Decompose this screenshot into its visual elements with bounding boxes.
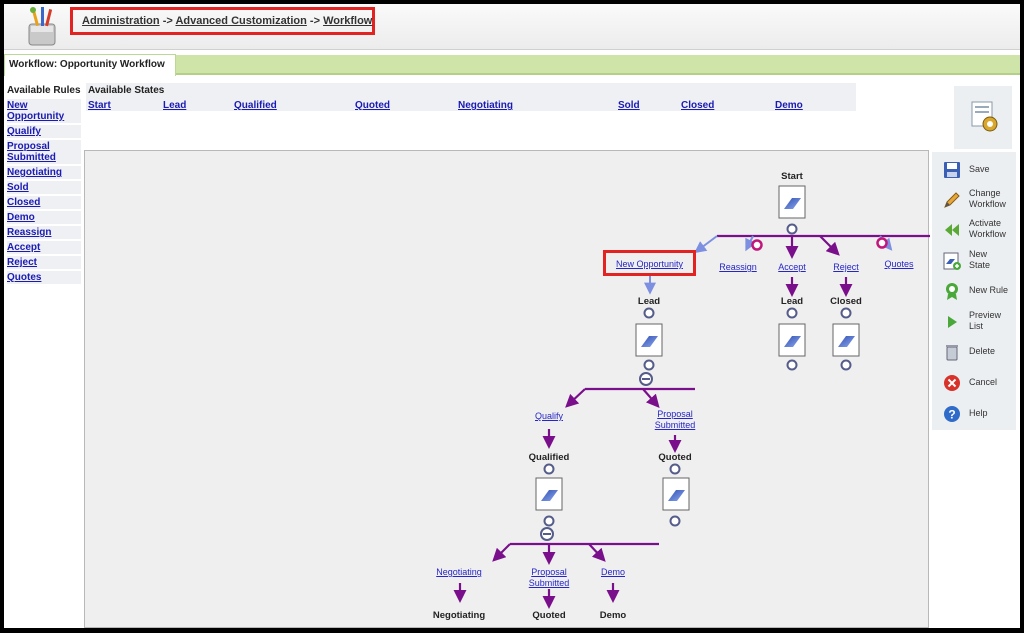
breadcrumb-workflow[interactable]: Workflow: [323, 15, 372, 27]
trash-icon: [946, 345, 958, 361]
change-workflow-button[interactable]: Change Workflow: [932, 186, 1016, 216]
rule-link-new-opportunity[interactable]: New Opportunity: [607, 259, 692, 270]
floppy-disk-icon: [944, 162, 960, 178]
save-button[interactable]: Save: [932, 156, 1016, 186]
rule-proposal-submitted[interactable]: Proposal Submitted: [7, 140, 81, 164]
workflow-canvas: Start New Opportunity Reassign Accept Re…: [84, 150, 930, 628]
toolbox-logo-icon: [28, 7, 56, 46]
rule-qualify[interactable]: Qualify: [7, 125, 81, 138]
workflow-settings-icon[interactable]: [954, 86, 1012, 149]
breadcrumb-advanced-customization[interactable]: Advanced Customization: [175, 15, 306, 27]
label-demo: Demo: [599, 610, 627, 621]
rule-link-demo[interactable]: Demo: [593, 567, 633, 578]
label-start: Start: [781, 171, 803, 182]
cancel-button[interactable]: Cancel: [932, 369, 1016, 399]
state-start[interactable]: Start: [88, 100, 111, 111]
label-lead: Lead: [637, 296, 661, 307]
rule-sold[interactable]: Sold: [7, 181, 81, 194]
tab-opportunity-workflow[interactable]: Workflow: Opportunity Workflow: [4, 54, 176, 76]
rule-new-opportunity[interactable]: New Opportunity: [7, 99, 81, 123]
action-toolbar: Save Change Workflow Activate Workflow N…: [932, 152, 1016, 430]
state-node-lead[interactable]: [635, 307, 663, 386]
cancel-label: Cancel: [969, 377, 998, 387]
available-rules-title: Available Rules: [7, 85, 81, 96]
rule-negotiating[interactable]: Negotiating: [7, 166, 81, 179]
rule-reassign[interactable]: Reassign: [7, 226, 81, 239]
breadcrumb-separator: ->: [162, 15, 173, 27]
ribbon-icon: [946, 283, 958, 300]
available-states-panel: Available States Start Lead Qualified Qu…: [86, 83, 856, 119]
rule-link-proposal-submitted[interactable]: Proposal Submitted: [647, 409, 703, 431]
state-node-quoted[interactable]: [662, 463, 690, 527]
rule-link-reassign[interactable]: Reassign: [715, 262, 761, 273]
pencil-icon: [944, 192, 960, 208]
state-node-closed[interactable]: [832, 307, 860, 371]
breadcrumb: Administration -> Advanced Customization…: [70, 7, 375, 35]
tab-strip: [176, 55, 1020, 75]
available-rules-panel: Available Rules New Opportunity Qualify …: [4, 83, 84, 628]
rule-accept[interactable]: Accept: [7, 241, 81, 254]
header-bar: Administration -> Advanced Customization…: [4, 4, 1020, 50]
label-accept-lead: Lead: [780, 296, 804, 307]
help-label: Help: [969, 408, 988, 418]
state-node-qualified[interactable]: [535, 463, 563, 541]
new-rule-label: New Rule: [969, 285, 1009, 295]
change-workflow-label: Change Workflow: [969, 188, 1006, 209]
rule-reject[interactable]: Reject: [7, 256, 81, 269]
new-state-label: New State: [969, 249, 991, 270]
save-label: Save: [969, 164, 990, 174]
activate-workflow-label: Activate Workflow: [969, 218, 1006, 239]
new-state-icon: [943, 252, 961, 270]
new-rule-button[interactable]: New Rule: [932, 277, 1016, 307]
help-button[interactable]: ? Help: [932, 400, 1016, 430]
state-demo[interactable]: Demo: [775, 100, 803, 111]
state-negotiating[interactable]: Negotiating: [458, 100, 513, 111]
rule-link-reject[interactable]: Reject: [825, 262, 867, 273]
state-lead[interactable]: Lead: [163, 100, 186, 111]
state-node-accept-lead[interactable]: [778, 307, 806, 371]
help-icon: ?: [944, 406, 960, 422]
delete-button[interactable]: Delete: [932, 338, 1016, 368]
activate-workflow-button[interactable]: Activate Workflow: [932, 216, 1016, 246]
state-sold[interactable]: Sold: [618, 100, 640, 111]
rule-link-qualify[interactable]: Qualify: [525, 411, 573, 422]
preview-list-label: Preview List: [969, 310, 1002, 331]
rule-link-quotes[interactable]: Quotes: [877, 259, 921, 270]
state-qualified[interactable]: Qualified: [234, 100, 277, 111]
play-icon: [948, 316, 957, 328]
rule-link-accept[interactable]: Accept: [771, 262, 813, 273]
rule-quotes[interactable]: Quotes: [7, 271, 81, 284]
new-state-button[interactable]: New State: [932, 247, 1016, 277]
preview-list-button[interactable]: Preview List: [932, 308, 1016, 338]
app-window: Administration -> Advanced Customization…: [4, 4, 1020, 628]
rule-closed[interactable]: Closed: [7, 196, 81, 209]
label-closed: Closed: [830, 296, 862, 307]
rule-demo[interactable]: Demo: [7, 211, 81, 224]
svg-text:?: ?: [948, 408, 955, 422]
rewind-icon: [945, 224, 959, 236]
tab-bar: Workflow: Opportunity Workflow: [4, 50, 1020, 80]
breadcrumb-administration[interactable]: Administration: [82, 15, 160, 27]
state-quoted[interactable]: Quoted: [355, 100, 390, 111]
label-quoted: Quoted: [658, 452, 692, 463]
breadcrumb-separator: ->: [309, 15, 320, 27]
label-quoted-2: Quoted: [532, 610, 566, 621]
label-qualified: Qualified: [528, 452, 570, 463]
label-negotiating: Negotiating: [432, 610, 486, 621]
delete-label: Delete: [969, 346, 996, 356]
rule-link-negotiating[interactable]: Negotiating: [427, 567, 491, 578]
state-closed[interactable]: Closed: [681, 100, 714, 111]
close-icon: [944, 375, 960, 391]
state-node-start[interactable]: [778, 185, 806, 235]
rule-link-proposal-submitted-2[interactable]: Proposal Submitted: [521, 567, 577, 589]
workflow-diagram: [453, 185, 930, 609]
available-states-title: Available States: [88, 85, 165, 96]
